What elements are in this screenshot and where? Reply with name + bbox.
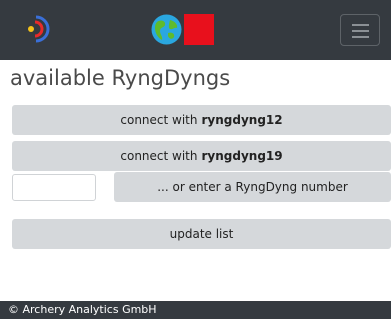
enter-number-button[interactable]: ... or enter a RyngDyng number bbox=[114, 172, 391, 202]
device-name: ryngdyng12 bbox=[201, 113, 283, 127]
device-name: ryngdyng19 bbox=[201, 149, 283, 163]
globe-icon[interactable] bbox=[151, 14, 182, 45]
footer: © Archery Analytics GmbH bbox=[0, 301, 391, 319]
page-title: available RyngDyngs bbox=[10, 66, 231, 90]
menu-toggle-button[interactable] bbox=[340, 14, 380, 46]
ryngdyng-number-input[interactable] bbox=[12, 174, 96, 201]
update-list-button[interactable]: update list bbox=[12, 219, 391, 249]
archery-target-icon[interactable] bbox=[20, 14, 50, 44]
connect-button-ryngdyng12[interactable]: connect with ryngdyng12 bbox=[12, 105, 391, 135]
connect-prefix: connect with bbox=[120, 113, 198, 127]
connect-prefix: connect with bbox=[120, 149, 198, 163]
top-navbar bbox=[0, 0, 391, 60]
copyright-text: © Archery Analytics GmbH bbox=[8, 303, 157, 316]
connect-button-ryngdyng19[interactable]: connect with ryngdyng19 bbox=[12, 141, 391, 171]
red-square-icon[interactable] bbox=[184, 14, 214, 45]
